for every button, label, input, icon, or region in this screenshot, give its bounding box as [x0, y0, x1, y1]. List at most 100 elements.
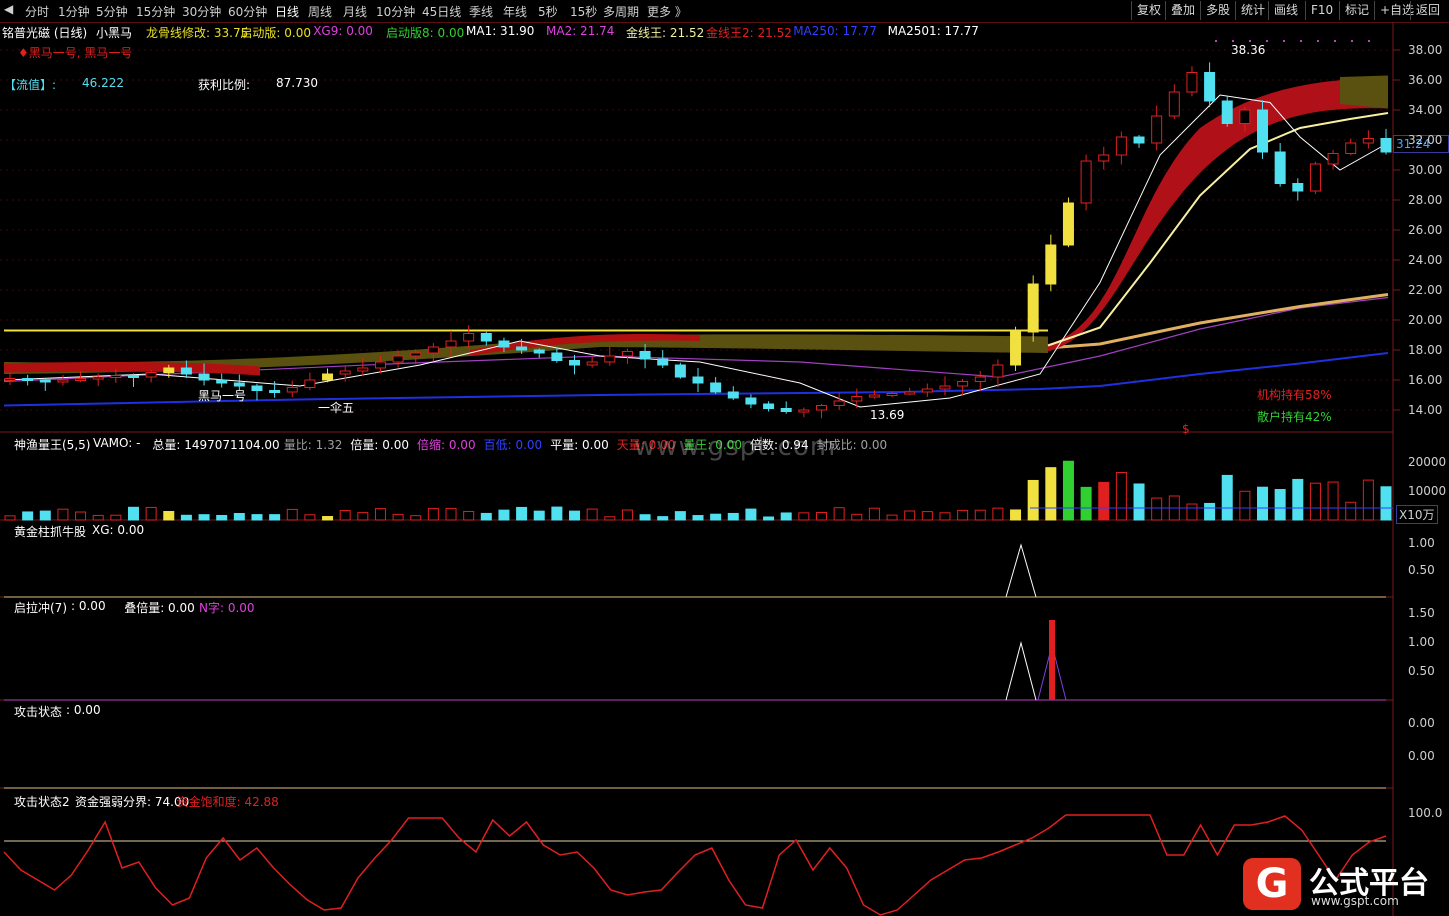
- volume-bar: [233, 512, 245, 521]
- period-tab-15[interactable]: 多周期: [603, 3, 639, 20]
- volume-bar: [1186, 503, 1198, 521]
- toolbar-button-8[interactable]: 返回: [1410, 1, 1445, 20]
- period-tab-3[interactable]: 15分钟: [136, 3, 175, 20]
- period-tab-9[interactable]: 10分钟: [376, 3, 415, 20]
- signal-dot: [1351, 40, 1353, 42]
- candle-body: [163, 367, 175, 373]
- candle-body: [1274, 151, 1286, 184]
- volume-bar: [674, 511, 686, 521]
- xg-panel-title[interactable]: 黄金柱抓牛股: [14, 523, 86, 540]
- signal-dot: [1266, 40, 1268, 42]
- period-tab-8[interactable]: 月线: [343, 3, 367, 20]
- period-toolbar: 分时 1分钟 5分钟 15分钟 30分钟 60分钟 日线 周线 月线 10分钟 45日线 季线 年线 5秒…: [0, 0, 1449, 23]
- period-tab-0[interactable]: 分时: [25, 3, 49, 20]
- volume-bar: [551, 506, 563, 521]
- qlc-panel-title[interactable]: 启拉冲(7): [14, 599, 67, 616]
- toolbar-button-6[interactable]: 标记: [1339, 1, 1374, 20]
- candle-body: [286, 387, 298, 393]
- toolbar-button-2[interactable]: 多股: [1200, 1, 1235, 20]
- xg-tick-1: 1.00: [1408, 536, 1435, 550]
- price-tick-2: 34.00: [1408, 103, 1443, 117]
- volume-bar: [868, 507, 880, 521]
- volume-bar: [657, 516, 669, 521]
- main-params-item-3: 启动版8: 0.00: [386, 26, 465, 40]
- candle-body: [269, 390, 281, 393]
- volume-bar: [710, 513, 722, 521]
- annotation-yisan: 一伞五: [318, 401, 355, 415]
- attack-panel-title[interactable]: 攻击状态: [14, 703, 62, 720]
- candle-body: [1239, 109, 1251, 124]
- volume-unit: X10万: [1396, 505, 1438, 524]
- candle-body: [1380, 138, 1392, 153]
- toolbar-button-1[interactable]: 叠加: [1165, 1, 1200, 20]
- period-tab-6[interactable]: 日线: [275, 3, 299, 20]
- candle-body: [1027, 283, 1039, 333]
- high-price-marker: 38.36: [1231, 43, 1266, 57]
- low-price-marker: 13.69: [870, 408, 905, 422]
- volume-bar: [57, 508, 69, 521]
- qlc-fields-item-1: 叠倍量: 0.00: [124, 601, 195, 615]
- volume-bar: [1010, 509, 1022, 521]
- vol-fields-item-1: 总量: 1497071104.00: [152, 438, 280, 452]
- volume-bar: [1115, 472, 1127, 521]
- period-tab-7[interactable]: 周线: [308, 3, 332, 20]
- vol-tick-20000: 20000: [1408, 455, 1447, 469]
- volume-bar: [815, 511, 827, 521]
- volume-bar: [322, 516, 334, 521]
- kline-chart-canvas[interactable]: [0, 22, 1449, 916]
- qlc-tick-15: 1.50: [1408, 606, 1435, 620]
- volume-bar: [1380, 486, 1392, 521]
- candle-body: [427, 346, 439, 354]
- price-tick-8: 22.00: [1408, 283, 1443, 297]
- signal-dot: [1249, 40, 1251, 42]
- candle-body: [304, 379, 316, 388]
- volume-bar: [833, 507, 845, 521]
- vol-fields-item-4: 倍缩: 0.00: [417, 438, 476, 452]
- retail-holding: 散户持有42%: [1257, 410, 1332, 424]
- volume-bar: [1204, 502, 1216, 521]
- volume-bar: [1274, 489, 1286, 521]
- volume-bar: [1098, 481, 1110, 521]
- toolbar-button-4[interactable]: 画线: [1268, 1, 1303, 20]
- volume-bar: [180, 514, 192, 521]
- toolbar-button-3[interactable]: 统计: [1235, 1, 1270, 20]
- period-tab-1[interactable]: 1分钟: [58, 3, 90, 20]
- signal-dot: [1334, 40, 1336, 42]
- volume-bar: [1062, 460, 1074, 521]
- candle-body: [657, 358, 669, 366]
- main-params-item-6: 金线王: 21.52: [626, 26, 705, 40]
- period-tab-5[interactable]: 60分钟: [228, 3, 267, 20]
- volume-bar: [569, 510, 581, 521]
- candle-body: [745, 397, 757, 405]
- candle-body: [145, 372, 157, 378]
- period-tab-13[interactable]: 5秒: [538, 3, 558, 20]
- price-tick-11: 16.00: [1408, 373, 1443, 387]
- collapse-left-icon[interactable]: ◀: [4, 2, 13, 16]
- candle-body: [1327, 153, 1339, 165]
- period-tab-12[interactable]: 年线: [503, 3, 527, 20]
- candle-body: [1362, 138, 1374, 144]
- volume-bar: [269, 514, 281, 521]
- period-tab-16[interactable]: 更多 》: [647, 3, 687, 20]
- period-tab-14[interactable]: 15秒: [570, 3, 597, 20]
- toolbar-button-0[interactable]: 复权: [1131, 1, 1166, 20]
- candle-body: [1062, 202, 1074, 246]
- candle-body: [798, 409, 810, 413]
- main-params-item-0: 龙骨线修改: 33.75: [146, 26, 249, 40]
- attack2-panel-title[interactable]: 攻击状态2: [14, 793, 70, 810]
- toolbar-button-5[interactable]: F10: [1305, 1, 1338, 20]
- period-tab-10[interactable]: 45日线: [422, 3, 461, 20]
- candle-body: [39, 379, 51, 383]
- indicator-name[interactable]: 小黑马: [96, 24, 132, 41]
- period-tab-2[interactable]: 5分钟: [96, 3, 128, 20]
- volume-panel-title[interactable]: 神渔量王(5,5): [14, 436, 90, 453]
- period-tab-4[interactable]: 30分钟: [182, 3, 221, 20]
- period-tab-11[interactable]: 季线: [469, 3, 493, 20]
- candle-body: [904, 391, 916, 395]
- candle-body: [868, 394, 880, 398]
- candle-body: [445, 340, 457, 348]
- candle-body: [974, 376, 986, 382]
- main-params-item-4: MA1: 31.90: [466, 24, 535, 38]
- volume-bar: [921, 511, 933, 521]
- signal-dot: [1215, 40, 1217, 42]
